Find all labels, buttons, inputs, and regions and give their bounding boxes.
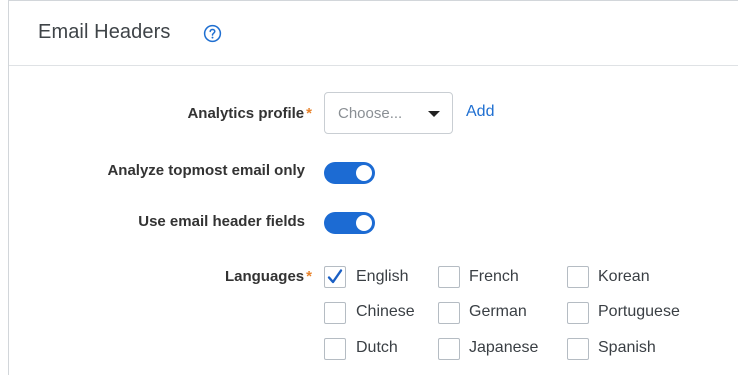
required-asterisk: * bbox=[306, 268, 312, 285]
languages-label: Languages * bbox=[224, 268, 312, 285]
required-asterisk: * bbox=[306, 105, 312, 122]
checkmark-icon bbox=[327, 269, 343, 284]
toggle-knob bbox=[356, 215, 372, 231]
toggle-knob bbox=[356, 165, 372, 181]
language-label: Korean bbox=[598, 268, 650, 285]
language-label: Japanese bbox=[469, 339, 539, 356]
checkbox-japanese[interactable] bbox=[438, 338, 460, 360]
use-header-fields-label: Use email header fields bbox=[138, 213, 305, 230]
help-circle-icon[interactable] bbox=[203, 24, 222, 43]
language-label: French bbox=[469, 268, 519, 285]
language-label: German bbox=[469, 303, 527, 320]
caret-down-icon bbox=[428, 111, 440, 117]
checkbox-korean[interactable] bbox=[567, 266, 589, 288]
language-label: Chinese bbox=[356, 303, 415, 320]
panel-header: Email Headers bbox=[9, 1, 738, 66]
checkbox-chinese[interactable] bbox=[324, 302, 346, 324]
analyze-topmost-toggle[interactable] bbox=[324, 162, 375, 184]
page-title: Email Headers bbox=[38, 21, 171, 43]
use-header-fields-toggle[interactable] bbox=[324, 212, 375, 234]
analyze-topmost-label: Analyze topmost email only bbox=[107, 162, 305, 179]
checkbox-spanish[interactable] bbox=[567, 338, 589, 360]
checkbox-english[interactable] bbox=[324, 266, 346, 288]
language-label: Portuguese bbox=[598, 303, 680, 320]
language-label: Spanish bbox=[598, 339, 656, 356]
language-label: Dutch bbox=[356, 339, 398, 356]
checkbox-french[interactable] bbox=[438, 266, 460, 288]
checkbox-german[interactable] bbox=[438, 302, 460, 324]
email-headers-panel: Email Headers Analytics profile * Choose.… bbox=[8, 0, 738, 375]
language-label: English bbox=[356, 268, 409, 285]
checkbox-dutch[interactable] bbox=[324, 338, 346, 360]
add-profile-link[interactable]: Add bbox=[466, 103, 494, 121]
select-value: Choose... bbox=[338, 105, 403, 122]
checkbox-portuguese[interactable] bbox=[567, 302, 589, 324]
analytics-profile-select[interactable]: Choose... bbox=[324, 92, 453, 134]
analytics-profile-label: Analytics profile * bbox=[187, 105, 312, 122]
